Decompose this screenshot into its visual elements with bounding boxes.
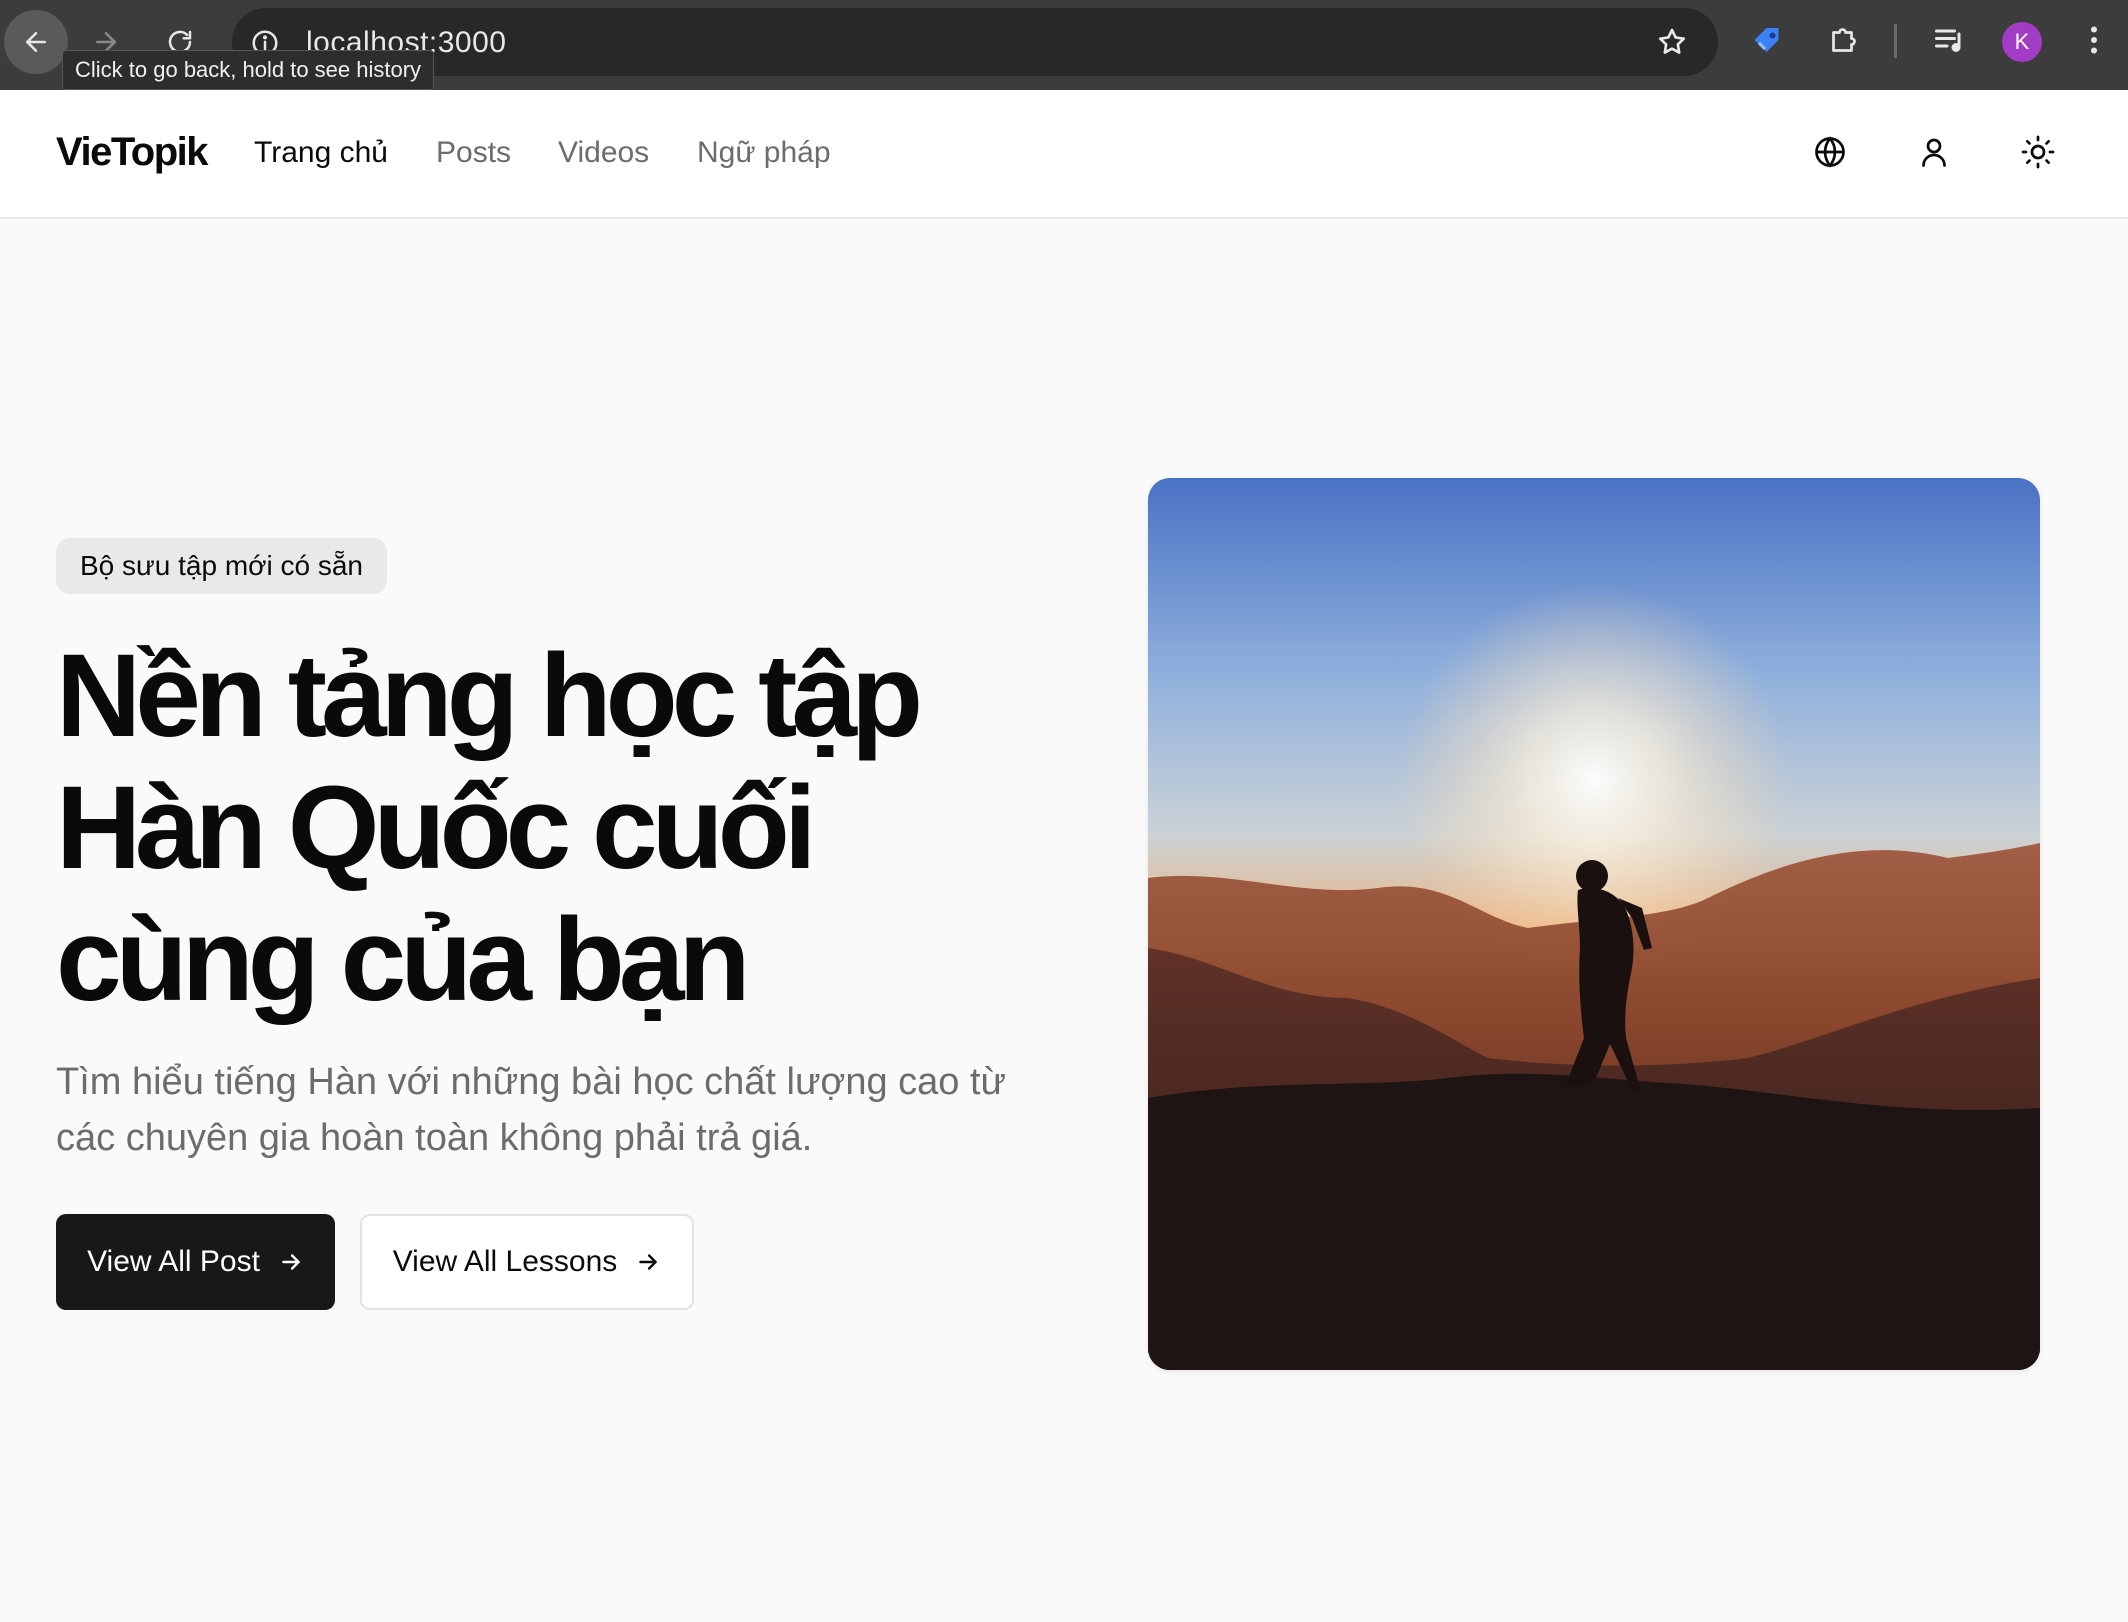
extension-tag-icon[interactable] xyxy=(1750,22,1786,58)
globe-icon[interactable] xyxy=(1812,134,1848,170)
puzzle-icon[interactable] xyxy=(1826,22,1862,58)
hero-title-line: cùng của bạn xyxy=(56,894,751,1026)
more-vertical-icon[interactable] xyxy=(2076,22,2112,58)
nav-home[interactable]: Trang chủ xyxy=(254,136,388,170)
hero-title: Nền tảng học tập Hàn Quốc cuối cùng của … xyxy=(56,630,1056,1026)
arrow-right-icon xyxy=(639,1254,658,1270)
nav-grammar[interactable]: Ngữ pháp xyxy=(697,136,831,170)
view-all-lessons-label: View All Lessons xyxy=(392,1245,618,1278)
hero-image xyxy=(1148,478,2040,1370)
profile-avatar[interactable]: K xyxy=(2002,22,2042,62)
back-button[interactable] xyxy=(4,10,68,74)
hero-subtitle-line: Tìm hiểu tiếng Hàn với những bài học chấ… xyxy=(56,1061,1006,1103)
view-all-lessons-button[interactable]: View All Lessons xyxy=(360,1214,694,1310)
site-logo[interactable]: VieTopik xyxy=(56,130,209,175)
nav-posts[interactable]: Posts xyxy=(436,136,511,170)
back-button-tooltip: Click to go back, hold to see history xyxy=(62,50,435,90)
nav-videos[interactable]: Videos xyxy=(558,136,649,170)
view-all-post-label: View All Post xyxy=(87,1245,260,1278)
hero-title-line: Nền tảng học tập xyxy=(56,630,923,762)
bookmark-star-icon[interactable] xyxy=(1656,26,1688,58)
address-bar[interactable]: localhost:3000 xyxy=(232,8,1718,76)
hero-title-line: Hàn Quốc cuối xyxy=(56,762,817,894)
media-queue-icon[interactable] xyxy=(1932,22,1968,58)
new-collection-badge: Bộ sưu tập mới có sẵn xyxy=(56,538,388,594)
hero-subtitle: Tìm hiểu tiếng Hàn với những bài học chấ… xyxy=(56,1054,1056,1166)
sunset-silhouette-image xyxy=(1148,478,2040,1370)
arrow-left-icon xyxy=(26,32,46,52)
arrow-right-icon xyxy=(282,1254,300,1270)
toolbar-divider xyxy=(1894,24,1897,58)
hero-subtitle-line: các chuyên gia hoàn toàn không phải trả … xyxy=(56,1117,813,1159)
user-icon[interactable] xyxy=(1916,134,1952,170)
sun-icon[interactable] xyxy=(2020,134,2056,170)
view-all-post-button[interactable]: View All Post xyxy=(56,1214,335,1310)
site-header: VieTopik Trang chủ Posts Videos Ngữ pháp xyxy=(0,90,2128,219)
